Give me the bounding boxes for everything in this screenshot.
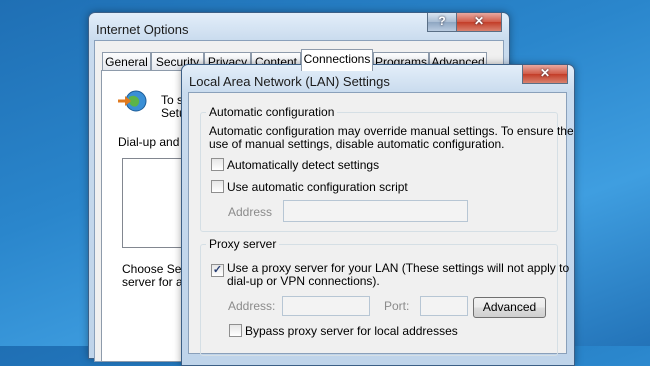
tab-general[interactable]: General: [102, 52, 151, 70]
close-icon: ✕: [473, 14, 485, 28]
use-proxy-label-line2[interactable]: dial-up or VPN connections).: [227, 274, 380, 288]
choose-settings-text-line2: server for a: [122, 275, 183, 289]
help-icon: ?: [438, 14, 446, 28]
bypass-local-checkbox[interactable]: [229, 324, 242, 337]
internet-options-titlebar[interactable]: Internet Options ? ✕: [89, 13, 509, 41]
lan-settings-close-button[interactable]: ✕: [522, 65, 568, 84]
use-proxy-label-line1[interactable]: Use a proxy server for your LAN (These s…: [227, 261, 569, 275]
auto-config-script-label[interactable]: Use automatic configuration script: [227, 180, 408, 194]
automatic-configuration-legend: Automatic configuration: [206, 105, 338, 119]
tab-connections[interactable]: Connections: [301, 49, 373, 71]
proxy-address-input[interactable]: [282, 296, 370, 316]
internet-options-title: Internet Options: [96, 22, 189, 37]
proxy-advanced-button[interactable]: Advanced: [473, 297, 546, 318]
auto-detect-label[interactable]: Automatically detect settings: [227, 158, 379, 172]
use-proxy-checkbox[interactable]: ✓: [211, 264, 224, 277]
lan-settings-titlebar[interactable]: Local Area Network (LAN) Settings ✕: [182, 65, 574, 93]
lan-settings-title: Local Area Network (LAN) Settings: [189, 74, 390, 89]
auto-config-script-checkbox[interactable]: [211, 180, 224, 193]
close-icon: ✕: [539, 66, 551, 80]
auto-detect-checkbox[interactable]: [211, 158, 224, 171]
auto-config-description-line1: Automatic configuration may override man…: [209, 124, 574, 138]
proxy-address-label: Address:: [228, 299, 276, 313]
proxy-server-legend: Proxy server: [206, 237, 280, 251]
network-globe-icon: [116, 88, 150, 114]
bypass-local-label[interactable]: Bypass proxy server for local addresses: [245, 324, 458, 338]
proxy-port-label: Port:: [384, 299, 410, 313]
dialup-label: Dial-up and V: [118, 135, 191, 149]
auto-config-description-line2: use of manual settings, disable automati…: [209, 137, 505, 151]
help-button[interactable]: ?: [427, 13, 457, 32]
proxy-port-input[interactable]: [420, 296, 468, 316]
internet-options-close-button[interactable]: ✕: [456, 13, 502, 32]
script-address-label: Address: [228, 205, 273, 219]
setup-text-line1: To s: [161, 93, 184, 107]
script-address-input[interactable]: [283, 200, 468, 222]
